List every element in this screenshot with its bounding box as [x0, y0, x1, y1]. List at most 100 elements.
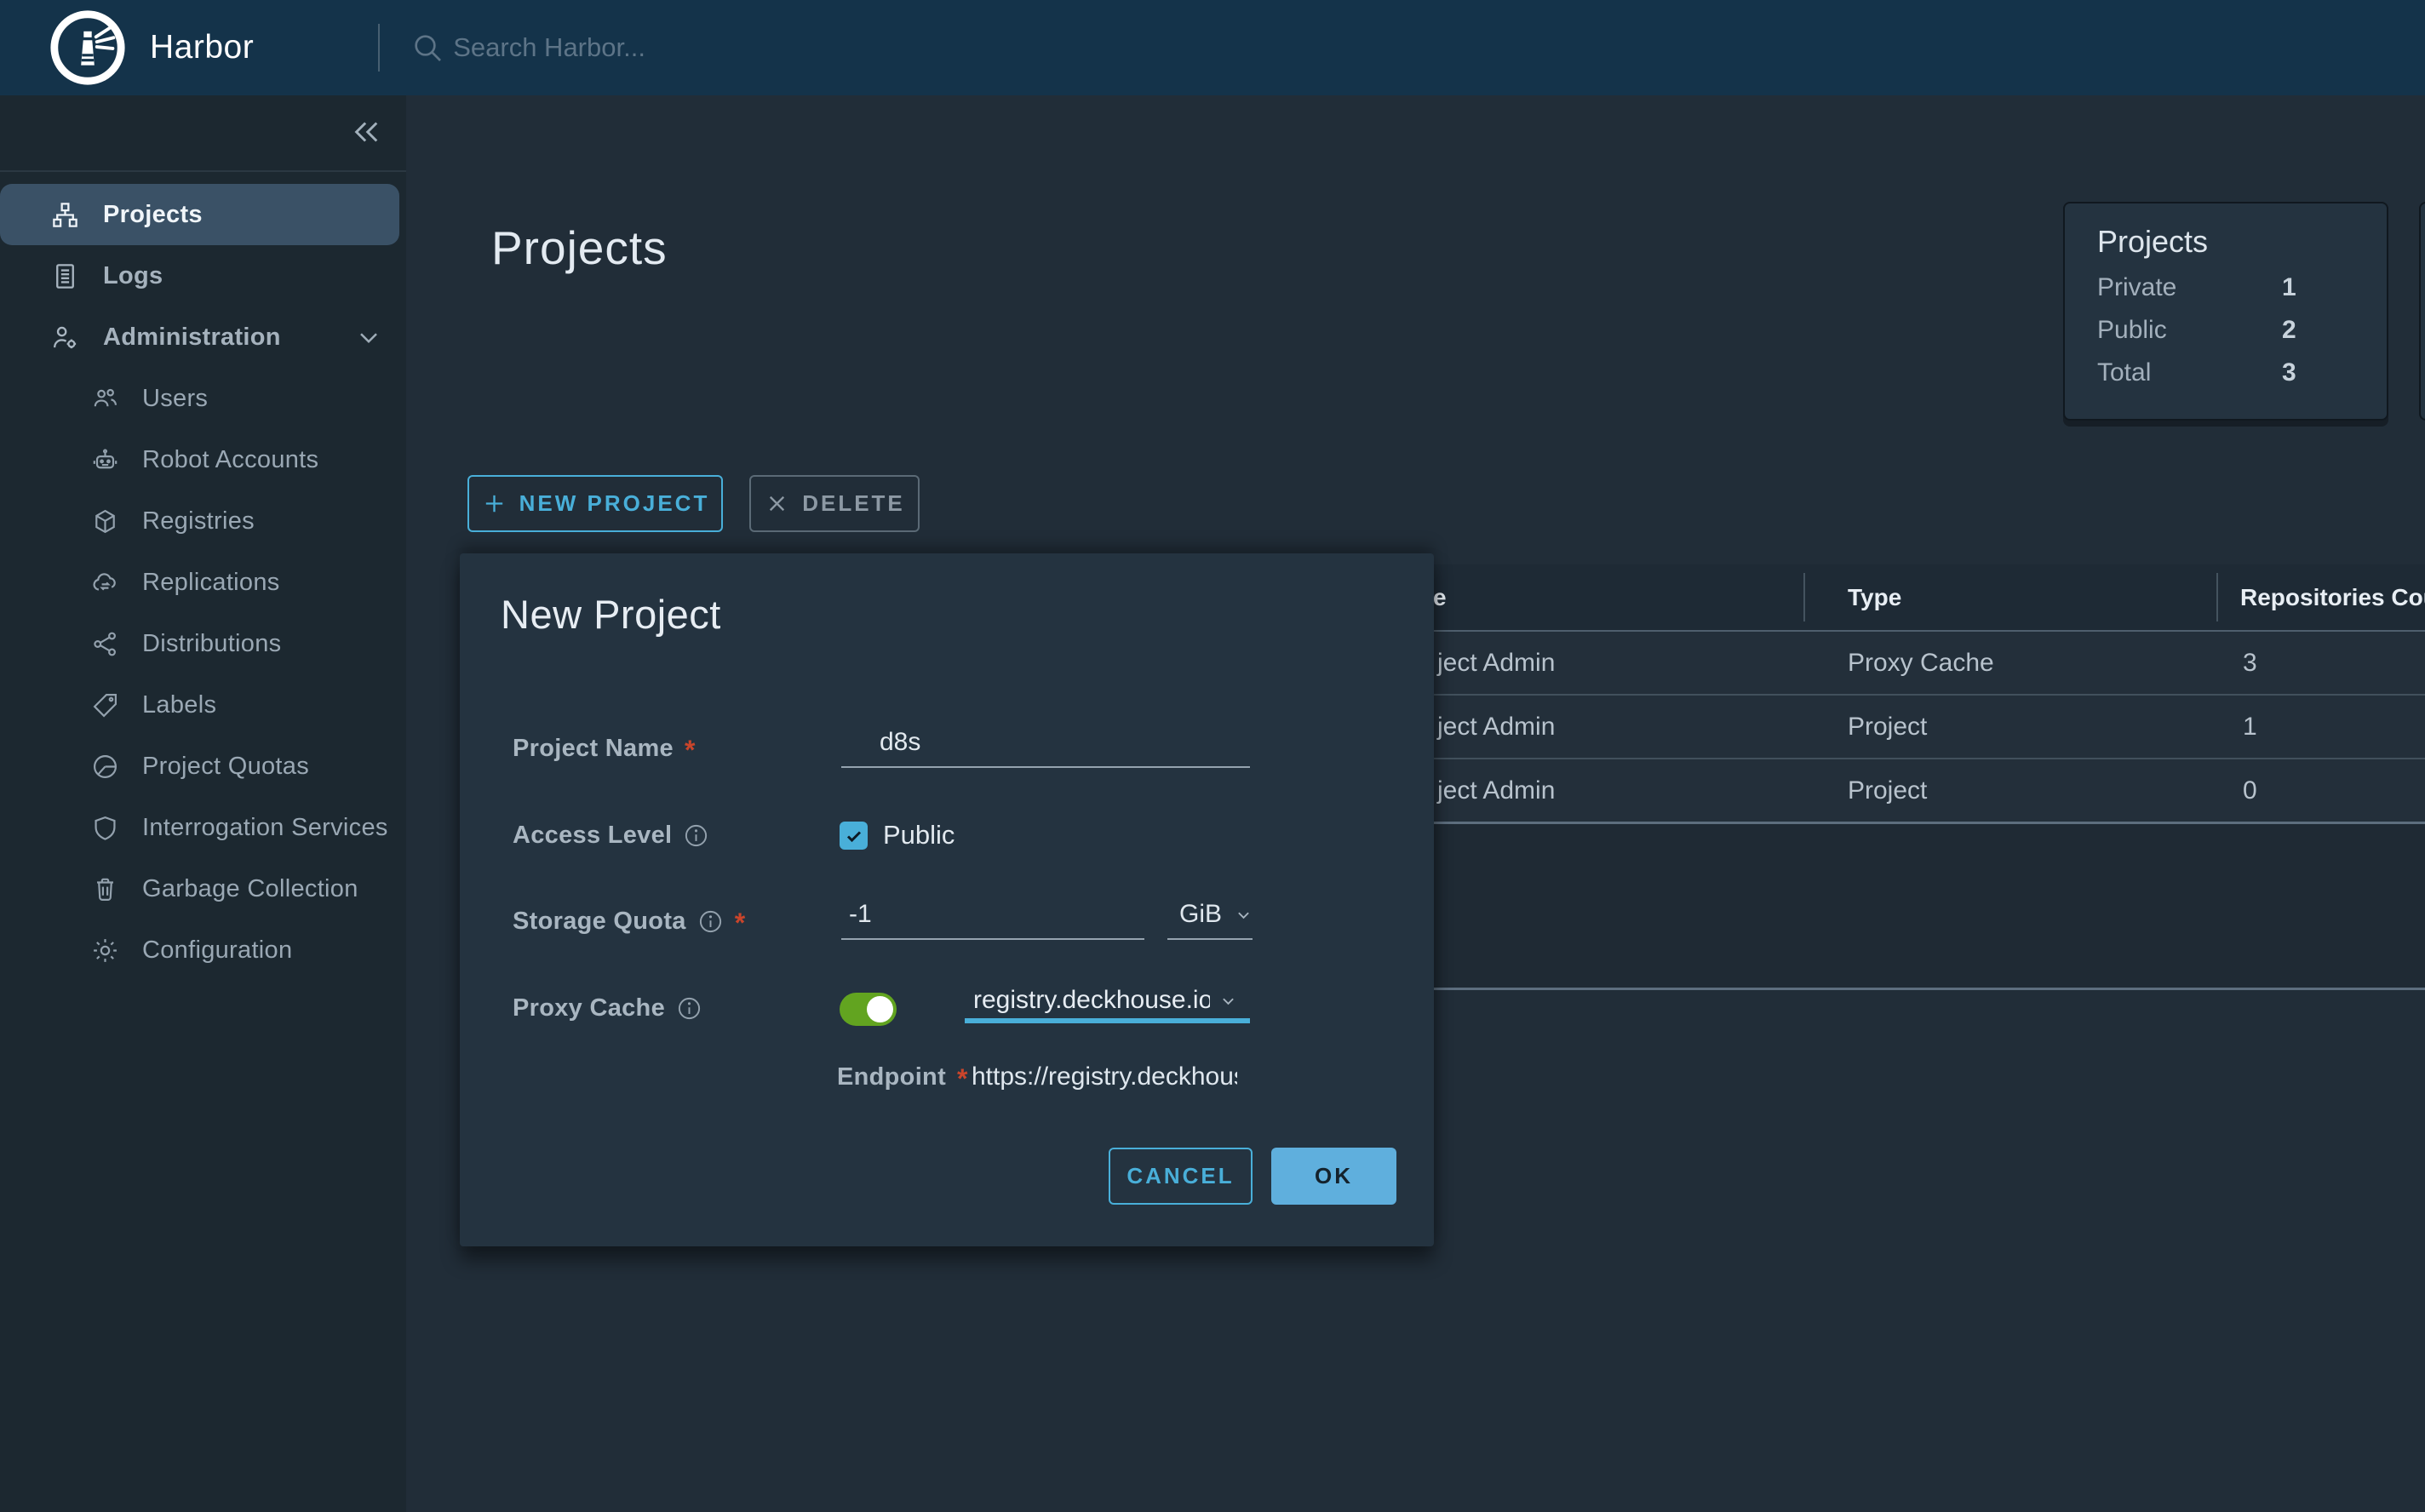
column-header-type[interactable]: Type: [1848, 584, 1901, 611]
sidebar: Projects Logs Administration: [0, 95, 406, 1512]
sidebar-item-distributions[interactable]: Distributions: [0, 613, 406, 674]
summary-label: Private: [2097, 273, 2282, 302]
projects-table: e Type Repositories Count ject Admin Pro…: [1362, 564, 2425, 990]
sidebar-item-label: Replications: [142, 569, 280, 597]
sidebar-item-label: Users: [142, 385, 208, 413]
gear-icon: [90, 936, 120, 965]
summary-row-total: Total 3: [2097, 358, 2387, 387]
adjacent-card-edge: [2419, 202, 2425, 421]
sidebar-item-labels[interactable]: Labels: [0, 674, 406, 736]
info-icon[interactable]: [683, 822, 709, 849]
plus-icon: [481, 490, 507, 517]
sidebar-item-registries[interactable]: Registries: [0, 490, 406, 552]
required-marker: *: [685, 742, 696, 759]
column-header-name-partial: e: [1433, 584, 1447, 611]
ok-button[interactable]: OK: [1271, 1148, 1396, 1205]
cell-member-role: ject Admin: [1437, 713, 1555, 742]
table-row[interactable]: ject Admin Project 0: [1362, 759, 2425, 824]
storage-unit-value: GiB: [1179, 900, 1222, 929]
info-icon[interactable]: [697, 908, 724, 935]
projects-summary-card: Projects Private 1 Public 2 Total 3: [2063, 202, 2388, 421]
cell-member-role: ject Admin: [1437, 776, 1555, 805]
cancel-button[interactable]: CANCEL: [1109, 1148, 1253, 1205]
info-icon[interactable]: [676, 995, 702, 1022]
required-marker: *: [957, 1070, 968, 1087]
label-text: Access Level: [513, 822, 672, 850]
sidebar-item-configuration[interactable]: Configuration: [0, 919, 406, 981]
delete-button[interactable]: DELETE: [749, 475, 920, 532]
global-search: [410, 31, 1000, 65]
sidebar-item-logs[interactable]: Logs: [0, 245, 406, 306]
trash-icon: [90, 874, 120, 904]
cell-type: Proxy Cache: [1848, 649, 1994, 678]
summary-label: Total: [2097, 358, 2282, 387]
robot-icon: [90, 445, 120, 475]
summary-value: 1: [2282, 273, 2296, 302]
sidebar-item-label: Interrogation Services: [142, 814, 388, 842]
cube-icon: [90, 507, 120, 536]
harbor-logo-icon: [48, 8, 128, 88]
label-text: Storage Quota: [513, 908, 686, 936]
cell-repositories-count: 1: [2243, 713, 2257, 742]
summary-value: 2: [2282, 316, 2296, 345]
cell-repositories-count: 0: [2243, 776, 2257, 805]
column-divider: [2216, 573, 2218, 621]
sidebar-item-administration[interactable]: Administration: [0, 306, 406, 368]
project-name-label: Project Name *: [513, 734, 696, 763]
sidebar-nav: Projects Logs Administration: [0, 172, 406, 981]
sidebar-item-label: Robot Accounts: [142, 446, 318, 474]
delete-label: DELETE: [802, 490, 905, 517]
chevron-down-icon: [1232, 903, 1255, 926]
summary-row-public: Public 2: [2097, 316, 2387, 345]
public-checkbox[interactable]: [840, 822, 868, 850]
ok-label: OK: [1315, 1163, 1353, 1189]
required-marker: *: [735, 914, 746, 931]
close-icon: [764, 490, 790, 517]
proxy-registry-value: registry.deckhouse.io-: [973, 986, 1210, 1015]
storage-quota-label: Storage Quota *: [513, 907, 745, 936]
project-name-input[interactable]: [841, 719, 1250, 768]
sidebar-item-project-quotas[interactable]: Project Quotas: [0, 736, 406, 797]
sidebar-item-label: Administration: [103, 324, 281, 352]
cancel-label: CANCEL: [1127, 1163, 1234, 1189]
public-checkbox-label[interactable]: Public: [883, 820, 955, 850]
table-row[interactable]: ject Admin Project 1: [1362, 696, 2425, 759]
new-project-label: NEW PROJECT: [519, 490, 710, 517]
sidebar-item-interrogation-services[interactable]: Interrogation Services: [0, 797, 406, 858]
projects-toolbar: NEW PROJECT DELETE: [467, 475, 920, 532]
table-row[interactable]: ject Admin Proxy Cache 3: [1362, 632, 2425, 696]
sidebar-item-label: Logs: [103, 262, 163, 290]
sidebar-item-robot-accounts[interactable]: Robot Accounts: [0, 429, 406, 490]
sidebar-item-projects[interactable]: Projects: [0, 184, 399, 245]
pie-icon: [90, 752, 120, 782]
proxy-cache-toggle[interactable]: [840, 993, 897, 1026]
chevron-down-icon[interactable]: [353, 322, 384, 352]
label-text: Endpoint: [837, 1063, 946, 1091]
column-header-repositories-count[interactable]: Repositories Count: [2240, 584, 2425, 611]
table-header-row: e Type Repositories Count: [1362, 564, 2425, 632]
sidebar-item-users[interactable]: Users: [0, 368, 406, 429]
new-project-button[interactable]: NEW PROJECT: [467, 475, 723, 532]
search-input[interactable]: [451, 32, 1000, 64]
proxy-registry-select[interactable]: registry.deckhouse.io-: [965, 982, 1250, 1018]
collapse-sidebar-icon[interactable]: [348, 114, 384, 150]
endpoint-label: Endpoint *: [837, 1062, 968, 1091]
shield-icon: [90, 813, 120, 843]
sidebar-item-label: Labels: [142, 691, 216, 719]
endpoint-value: https://registry.deckhous: [972, 1062, 1237, 1093]
sidebar-item-garbage-collection[interactable]: Garbage Collection: [0, 858, 406, 919]
share-icon: [90, 629, 120, 659]
access-level-label: Access Level: [513, 821, 709, 850]
projects-icon: [49, 199, 81, 231]
label-text: Proxy Cache: [513, 994, 665, 1022]
sidebar-header: [0, 95, 406, 172]
harbor-app: Harbor Projects: [0, 0, 2425, 1512]
proxy-registry-underline: [965, 1018, 1250, 1023]
sidebar-item-label: Project Quotas: [142, 753, 309, 781]
sidebar-item-replications[interactable]: Replications: [0, 552, 406, 613]
sidebar-item-label: Projects: [103, 201, 203, 229]
storage-quota-input[interactable]: [841, 891, 1144, 940]
users-icon: [90, 384, 120, 414]
storage-unit-select[interactable]: GiB: [1167, 891, 1253, 940]
search-icon: [410, 31, 444, 65]
